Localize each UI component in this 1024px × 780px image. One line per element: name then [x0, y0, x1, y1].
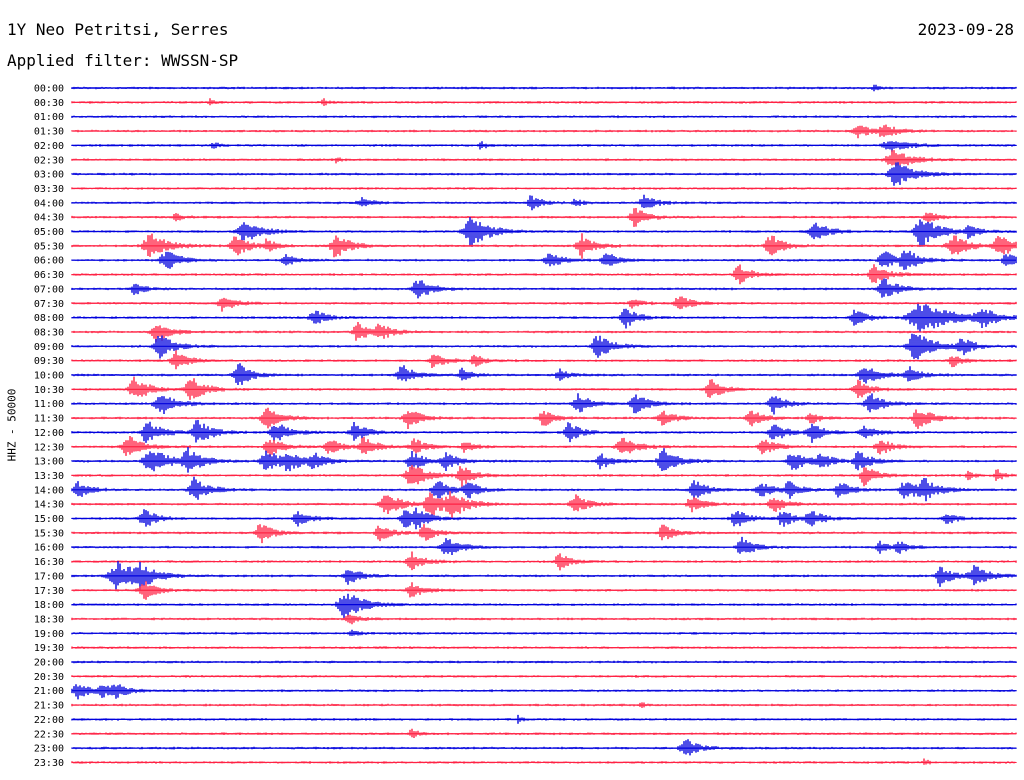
row-time-label: 11:30 — [34, 414, 64, 425]
row-time-label: 21:30 — [34, 701, 64, 712]
row-time-label: 11:00 — [34, 399, 64, 410]
trace-row — [71, 447, 1017, 473]
trace-row — [71, 476, 1017, 502]
row-time-label: 22:30 — [34, 729, 64, 740]
trace-row — [71, 363, 1017, 385]
row-time-label: 01:00 — [34, 112, 64, 123]
row-label-group: 00:00 00:30 01:00 01:30 02:00 02:30 03:00 03:30… — [34, 84, 64, 769]
row-time-label: 12:00 — [34, 428, 64, 439]
row-time-label: 07:00 — [34, 284, 64, 295]
row-time-label: 20:00 — [34, 658, 64, 669]
trace-row — [71, 296, 1017, 312]
row-time-label: 17:00 — [34, 571, 64, 582]
trace-row — [71, 350, 1017, 370]
row-time-label: 10:30 — [34, 385, 64, 396]
row-time-label: 12:30 — [34, 442, 64, 453]
helicorder-plot: 00:00 00:30 01:00 01:30 02:00 02:30 03:00 03:30… — [34, 84, 1017, 769]
row-time-label: 04:00 — [34, 198, 64, 209]
row-time-label: 21:00 — [34, 686, 64, 697]
trace-row — [71, 684, 1017, 700]
row-time-label: 03:00 — [34, 170, 64, 181]
row-time-label: 02:00 — [34, 141, 64, 152]
trace-row — [71, 141, 1017, 152]
row-time-label: 00:00 — [34, 84, 64, 95]
row-time-label: 15:30 — [34, 528, 64, 539]
row-time-label: 10:00 — [34, 371, 64, 382]
row-time-label: 06:00 — [34, 256, 64, 267]
row-time-label: 08:30 — [34, 327, 64, 338]
trace-row — [71, 739, 1017, 756]
trace-row — [71, 593, 1017, 618]
row-time-label: 13:00 — [34, 457, 64, 468]
row-time-label: 20:30 — [34, 672, 64, 683]
row-time-label: 00:30 — [34, 98, 64, 109]
trace-row — [71, 536, 1017, 555]
row-time-label: 14:00 — [34, 485, 64, 496]
row-time-label: 15:00 — [34, 514, 64, 525]
trace-group — [71, 84, 1017, 765]
row-time-label: 05:00 — [34, 227, 64, 238]
row-time-label: 18:30 — [34, 614, 64, 625]
row-time-label: 17:30 — [34, 586, 64, 597]
row-time-label: 05:30 — [34, 241, 64, 252]
row-time-label: 03:30 — [34, 184, 64, 195]
trace-row — [71, 150, 1017, 166]
row-time-label: 22:00 — [34, 715, 64, 726]
row-time-label: 23:00 — [34, 744, 64, 755]
row-time-label: 16:30 — [34, 557, 64, 568]
row-time-label: 23:30 — [34, 758, 64, 769]
row-time-label: 09:00 — [34, 342, 64, 353]
row-time-label: 14:30 — [34, 500, 64, 511]
row-time-label: 16:00 — [34, 543, 64, 554]
row-time-label: 04:30 — [34, 213, 64, 224]
trace-row — [71, 491, 1017, 519]
trace-row — [71, 758, 1017, 765]
row-time-label: 02:30 — [34, 155, 64, 166]
row-time-label: 07:30 — [34, 299, 64, 310]
row-time-label: 19:30 — [34, 643, 64, 654]
row-time-label: 18:00 — [34, 600, 64, 611]
row-time-label: 06:30 — [34, 270, 64, 281]
trace-row — [71, 524, 1017, 544]
row-time-label: 19:00 — [34, 629, 64, 640]
row-time-label: 13:30 — [34, 471, 64, 482]
row-time-label: 08:00 — [34, 313, 64, 324]
row-time-label: 09:30 — [34, 356, 64, 367]
row-time-label: 01:30 — [34, 127, 64, 138]
